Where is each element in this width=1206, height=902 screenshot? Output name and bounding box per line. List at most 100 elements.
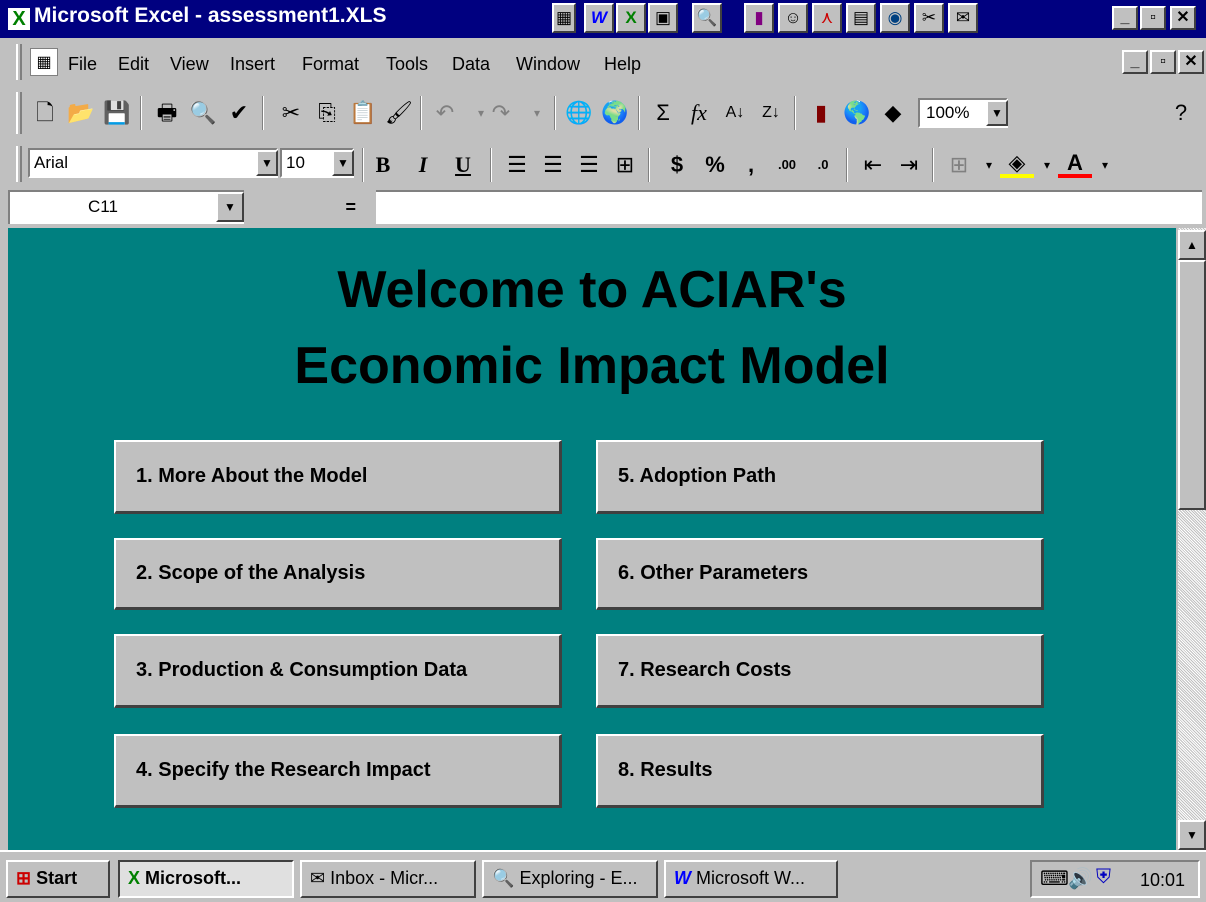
powerpoint-icon[interactable]: ▣: [648, 3, 678, 33]
sort-descending-icon[interactable]: Z↓: [754, 96, 788, 130]
menu-window[interactable]: Window: [516, 54, 580, 75]
menu-file[interactable]: File: [68, 54, 97, 75]
autosum-icon[interactable]: Σ: [646, 96, 680, 130]
paste-icon[interactable]: 📋: [346, 96, 380, 130]
undo-icon[interactable]: ↶: [428, 96, 462, 130]
calendar-icon[interactable]: ▤: [846, 3, 876, 33]
font-color-button[interactable]: A: [1058, 148, 1092, 178]
spelling-icon[interactable]: ✔: [222, 96, 256, 130]
borders-icon[interactable]: ⊞: [942, 148, 976, 182]
people-icon[interactable]: ☺: [778, 3, 808, 33]
research-impact-button[interactable]: 4. Specify the Research Impact: [114, 734, 562, 808]
redo-dropdown-icon[interactable]: ▾: [520, 96, 554, 130]
font-name-dropdown-arrow[interactable]: ▼: [256, 150, 278, 176]
close-button[interactable]: ✕: [1170, 6, 1196, 30]
scope-analysis-button[interactable]: 2. Scope of the Analysis: [114, 538, 562, 610]
merge-center-icon[interactable]: ⊞: [608, 148, 642, 182]
excel-icon[interactable]: X: [616, 3, 646, 33]
formatting-toolbar-grip[interactable]: [16, 146, 22, 182]
workbook-icon[interactable]: ▦: [30, 48, 58, 76]
cut-icon[interactable]: ✂: [274, 96, 308, 130]
scissors-icon[interactable]: ✂: [914, 3, 944, 33]
hyperlink-icon[interactable]: 🌐: [562, 96, 596, 130]
italic-button[interactable]: I: [406, 148, 440, 182]
clock[interactable]: 10:01: [1140, 870, 1185, 891]
excel-app-icon[interactable]: X: [8, 8, 30, 30]
word-icon[interactable]: W: [584, 3, 614, 33]
increase-indent-icon[interactable]: ⇥: [892, 148, 926, 182]
inbox-icon[interactable]: ✉: [948, 3, 978, 33]
magnifier-icon[interactable]: ◉: [880, 3, 910, 33]
volume-icon[interactable]: 🔊: [1068, 866, 1093, 891]
menu-tools[interactable]: Tools: [386, 54, 428, 75]
doc-minimize-button[interactable]: _: [1122, 50, 1148, 74]
scroll-down-arrow[interactable]: ▼: [1178, 820, 1206, 850]
open-icon[interactable]: 📂: [64, 96, 98, 130]
name-box-dropdown-arrow[interactable]: ▼: [216, 192, 244, 222]
menubar-grip[interactable]: [16, 44, 22, 80]
help-icon[interactable]: ?: [1164, 96, 1198, 130]
task-explorer[interactable]: 🔍 Exploring - E...: [482, 860, 658, 898]
adoption-path-button[interactable]: 5. Adoption Path: [596, 440, 1044, 514]
research-costs-button[interactable]: 7. Research Costs: [596, 634, 1044, 708]
scroll-up-arrow[interactable]: ▲: [1178, 230, 1206, 260]
print-preview-icon[interactable]: 🔍: [186, 96, 220, 130]
function-icon[interactable]: fx: [682, 96, 716, 130]
shield-icon[interactable]: ⛨: [1096, 866, 1111, 889]
start-button[interactable]: ⊞ Start: [6, 860, 110, 898]
drawing-icon[interactable]: ◆: [876, 96, 910, 130]
increase-decimal-button[interactable]: .00: [770, 148, 804, 182]
doc-close-button[interactable]: ✕: [1178, 50, 1204, 74]
task-inbox[interactable]: ✉ Inbox - Micr...: [300, 860, 476, 898]
other-parameters-button[interactable]: 6. Other Parameters: [596, 538, 1044, 610]
format-painter-icon[interactable]: 🖌: [382, 96, 416, 130]
align-left-icon[interactable]: ☰: [500, 148, 534, 182]
sort-ascending-icon[interactable]: A↓: [718, 96, 752, 130]
more-about-model-button[interactable]: 1. More About the Model: [114, 440, 562, 514]
copy-icon[interactable]: ⎘: [310, 96, 344, 130]
percent-button[interactable]: %: [698, 148, 732, 182]
menu-format[interactable]: Format: [302, 54, 359, 75]
currency-button[interactable]: $: [660, 148, 694, 182]
chart-icon[interactable]: ▮: [744, 3, 774, 33]
print-icon[interactable]: 🖶: [150, 96, 184, 130]
keyboard-icon[interactable]: ⌨: [1040, 866, 1069, 891]
decrease-indent-icon[interactable]: ⇤: [856, 148, 890, 182]
formula-input[interactable]: [376, 190, 1202, 224]
edit-formula-button[interactable]: =: [246, 190, 374, 224]
production-consumption-button[interactable]: 3. Production & Consumption Data: [114, 634, 562, 708]
align-right-icon[interactable]: ☰: [572, 148, 606, 182]
font-color-dropdown-icon[interactable]: ▾: [1088, 148, 1122, 182]
doc-restore-button[interactable]: ▫: [1150, 50, 1176, 74]
underline-button[interactable]: U: [446, 148, 480, 182]
menu-view[interactable]: View: [170, 54, 209, 75]
font-size-dropdown-arrow[interactable]: ▼: [332, 150, 354, 176]
explorer-icon[interactable]: 🔍: [692, 3, 722, 33]
results-button[interactable]: 8. Results: [596, 734, 1044, 808]
task-excel[interactable]: X Microsoft...: [118, 860, 294, 898]
maximize-button[interactable]: ▫: [1140, 6, 1166, 30]
comma-button[interactable]: ,: [734, 148, 768, 182]
office-bar-icon[interactable]: ▦: [552, 3, 576, 33]
minimize-button[interactable]: _: [1112, 6, 1138, 30]
save-icon[interactable]: 💾: [100, 96, 134, 130]
menu-data[interactable]: Data: [452, 54, 490, 75]
standard-toolbar-grip[interactable]: [16, 92, 22, 134]
font-name-box[interactable]: Arial: [28, 148, 278, 178]
menu-insert[interactable]: Insert: [230, 54, 275, 75]
menu-edit[interactable]: Edit: [118, 54, 149, 75]
acrobat-icon[interactable]: ⋏: [812, 3, 842, 33]
chart-wizard-icon[interactable]: ▮: [804, 96, 838, 130]
fill-color-icon[interactable]: ◈: [1000, 148, 1034, 178]
menu-help[interactable]: Help: [604, 54, 641, 75]
task-word[interactable]: W Microsoft W...: [664, 860, 838, 898]
align-center-icon[interactable]: ☰: [536, 148, 570, 182]
map-icon[interactable]: 🌎: [840, 96, 874, 130]
zoom-dropdown-arrow[interactable]: ▼: [986, 100, 1008, 126]
bold-button[interactable]: B: [366, 148, 400, 182]
name-box[interactable]: C11: [8, 190, 244, 224]
decrease-decimal-button[interactable]: .0: [806, 148, 840, 182]
new-icon[interactable]: 🗋: [28, 96, 62, 130]
scroll-thumb[interactable]: [1178, 260, 1206, 510]
redo-icon[interactable]: ↷: [484, 96, 518, 130]
